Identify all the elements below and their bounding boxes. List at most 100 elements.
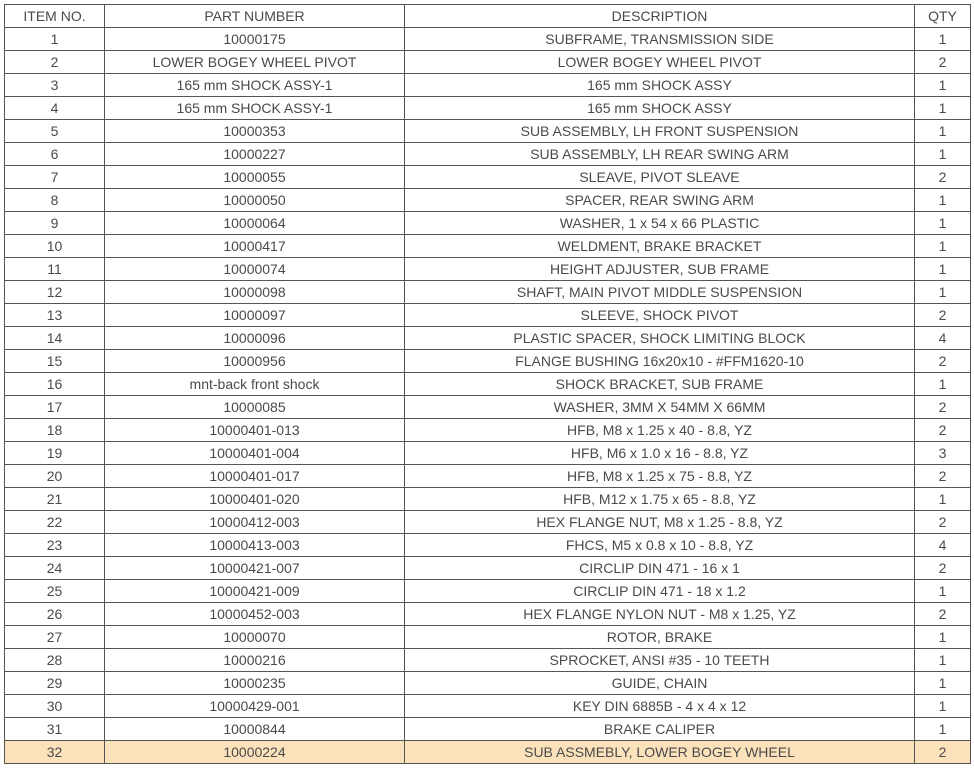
cell-part-number: LOWER BOGEY WHEEL PIVOT [105, 51, 405, 74]
cell-item-no: 4 [5, 97, 105, 120]
cell-part-number: 10000070 [105, 626, 405, 649]
cell-qty: 1 [915, 373, 971, 396]
table-row: 2810000216SPROCKET, ANSI #35 - 10 TEETH1 [5, 649, 971, 672]
table-row: 1410000096PLASTIC SPACER, SHOCK LIMITING… [5, 327, 971, 350]
cell-item-no: 1 [5, 28, 105, 51]
cell-item-no: 11 [5, 258, 105, 281]
cell-part-number: 10000227 [105, 143, 405, 166]
cell-item-no: 13 [5, 304, 105, 327]
cell-item-no: 5 [5, 120, 105, 143]
cell-part-number: 10000413-003 [105, 534, 405, 557]
cell-item-no: 17 [5, 396, 105, 419]
table-header-row: ITEM NO. PART NUMBER DESCRIPTION QTY [5, 5, 971, 28]
cell-qty: 1 [915, 649, 971, 672]
cell-description: LOWER BOGEY WHEEL PIVOT [405, 51, 915, 74]
cell-item-no: 32 [5, 741, 105, 764]
table-row: 3110000844BRAKE CALIPER1 [5, 718, 971, 741]
cell-part-number: 10000401-020 [105, 488, 405, 511]
table-row: 2010000401-017HFB, M8 x 1.25 x 75 - 8.8,… [5, 465, 971, 488]
cell-description: 165 mm SHOCK ASSY [405, 74, 915, 97]
cell-description: HFB, M6 x 1.0 x 16 - 8.8, YZ [405, 442, 915, 465]
table-row: 610000227SUB ASSEMBLY, LH REAR SWING ARM… [5, 143, 971, 166]
cell-part-number: 10000452-003 [105, 603, 405, 626]
cell-qty: 1 [915, 120, 971, 143]
cell-item-no: 10 [5, 235, 105, 258]
cell-description: HEIGHT ADJUSTER, SUB FRAME [405, 258, 915, 281]
cell-part-number: 10000401-017 [105, 465, 405, 488]
cell-description: 165 mm SHOCK ASSY [405, 97, 915, 120]
cell-description: CIRCLIP DIN 471 - 16 x 1 [405, 557, 915, 580]
cell-description: WELDMENT, BRAKE BRACKET [405, 235, 915, 258]
cell-qty: 2 [915, 304, 971, 327]
table-row: 3165 mm SHOCK ASSY-1165 mm SHOCK ASSY1 [5, 74, 971, 97]
cell-qty: 1 [915, 28, 971, 51]
cell-qty: 3 [915, 442, 971, 465]
table-row: 2410000421-007CIRCLIP DIN 471 - 16 x 12 [5, 557, 971, 580]
cell-description: SLEEVE, SHOCK PIVOT [405, 304, 915, 327]
cell-description: HEX FLANGE NUT, M8 x 1.25 - 8.8, YZ [405, 511, 915, 534]
cell-part-number: 10000216 [105, 649, 405, 672]
cell-part-number: 10000064 [105, 212, 405, 235]
cell-qty: 2 [915, 603, 971, 626]
table-row: 2210000412-003HEX FLANGE NUT, M8 x 1.25 … [5, 511, 971, 534]
cell-qty: 1 [915, 258, 971, 281]
cell-part-number: 165 mm SHOCK ASSY-1 [105, 74, 405, 97]
cell-qty: 1 [915, 488, 971, 511]
cell-item-no: 8 [5, 189, 105, 212]
table-row: 2LOWER BOGEY WHEEL PIVOTLOWER BOGEY WHEE… [5, 51, 971, 74]
cell-qty: 1 [915, 189, 971, 212]
table-row: 110000175SUBFRAME, TRANSMISSION SIDE1 [5, 28, 971, 51]
cell-item-no: 12 [5, 281, 105, 304]
cell-description: HFB, M8 x 1.25 x 40 - 8.8, YZ [405, 419, 915, 442]
cell-item-no: 2 [5, 51, 105, 74]
table-row: 1510000956FLANGE BUSHING 16x20x10 - #FFM… [5, 350, 971, 373]
cell-description: SUB ASSMEBLY, LOWER BOGEY WHEEL [405, 741, 915, 764]
table-row: 3010000429-001KEY DIN 6885B - 4 x 4 x 12… [5, 695, 971, 718]
cell-qty: 1 [915, 143, 971, 166]
cell-qty: 1 [915, 695, 971, 718]
cell-qty: 2 [915, 465, 971, 488]
table-body: 110000175SUBFRAME, TRANSMISSION SIDE12LO… [5, 28, 971, 764]
cell-description: SHAFT, MAIN PIVOT MIDDLE SUSPENSION [405, 281, 915, 304]
table-row: 2610000452-003HEX FLANGE NYLON NUT - M8 … [5, 603, 971, 626]
header-item-no: ITEM NO. [5, 5, 105, 28]
cell-item-no: 28 [5, 649, 105, 672]
cell-qty: 2 [915, 511, 971, 534]
table-row: 2710000070ROTOR, BRAKE1 [5, 626, 971, 649]
parts-table: ITEM NO. PART NUMBER DESCRIPTION QTY 110… [4, 4, 971, 764]
cell-item-no: 19 [5, 442, 105, 465]
cell-description: BRAKE CALIPER [405, 718, 915, 741]
cell-qty: 4 [915, 534, 971, 557]
cell-qty: 1 [915, 74, 971, 97]
cell-part-number: 10000844 [105, 718, 405, 741]
cell-qty: 2 [915, 396, 971, 419]
table-row: 16mnt-back front shockSHOCK BRACKET, SUB… [5, 373, 971, 396]
cell-item-no: 15 [5, 350, 105, 373]
cell-qty: 1 [915, 672, 971, 695]
table-row: 1910000401-004HFB, M6 x 1.0 x 16 - 8.8, … [5, 442, 971, 465]
cell-item-no: 18 [5, 419, 105, 442]
cell-qty: 2 [915, 166, 971, 189]
cell-description: SLEAVE, PIVOT SLEAVE [405, 166, 915, 189]
cell-description: WASHER, 1 x 54 x 66 PLASTIC [405, 212, 915, 235]
cell-description: WASHER, 3MM X 54MM X 66MM [405, 396, 915, 419]
cell-part-number: 10000421-009 [105, 580, 405, 603]
cell-qty: 1 [915, 235, 971, 258]
cell-part-number: 10000097 [105, 304, 405, 327]
cell-item-no: 26 [5, 603, 105, 626]
cell-description: SPROCKET, ANSI #35 - 10 TEETH [405, 649, 915, 672]
cell-part-number: 10000050 [105, 189, 405, 212]
cell-description: CIRCLIP DIN 471 - 18 x 1.2 [405, 580, 915, 603]
cell-qty: 1 [915, 212, 971, 235]
cell-part-number: 10000956 [105, 350, 405, 373]
cell-description: HFB, M12 x 1.75 x 65 - 8.8, YZ [405, 488, 915, 511]
cell-part-number: 10000353 [105, 120, 405, 143]
cell-qty: 2 [915, 741, 971, 764]
cell-part-number: 10000175 [105, 28, 405, 51]
table-row: 1110000074HEIGHT ADJUSTER, SUB FRAME1 [5, 258, 971, 281]
cell-description: FLANGE BUSHING 16x20x10 - #FFM1620-10 [405, 350, 915, 373]
cell-qty: 1 [915, 580, 971, 603]
cell-item-no: 23 [5, 534, 105, 557]
table-row: 3210000224SUB ASSMEBLY, LOWER BOGEY WHEE… [5, 741, 971, 764]
table-row: 2510000421-009CIRCLIP DIN 471 - 18 x 1.2… [5, 580, 971, 603]
